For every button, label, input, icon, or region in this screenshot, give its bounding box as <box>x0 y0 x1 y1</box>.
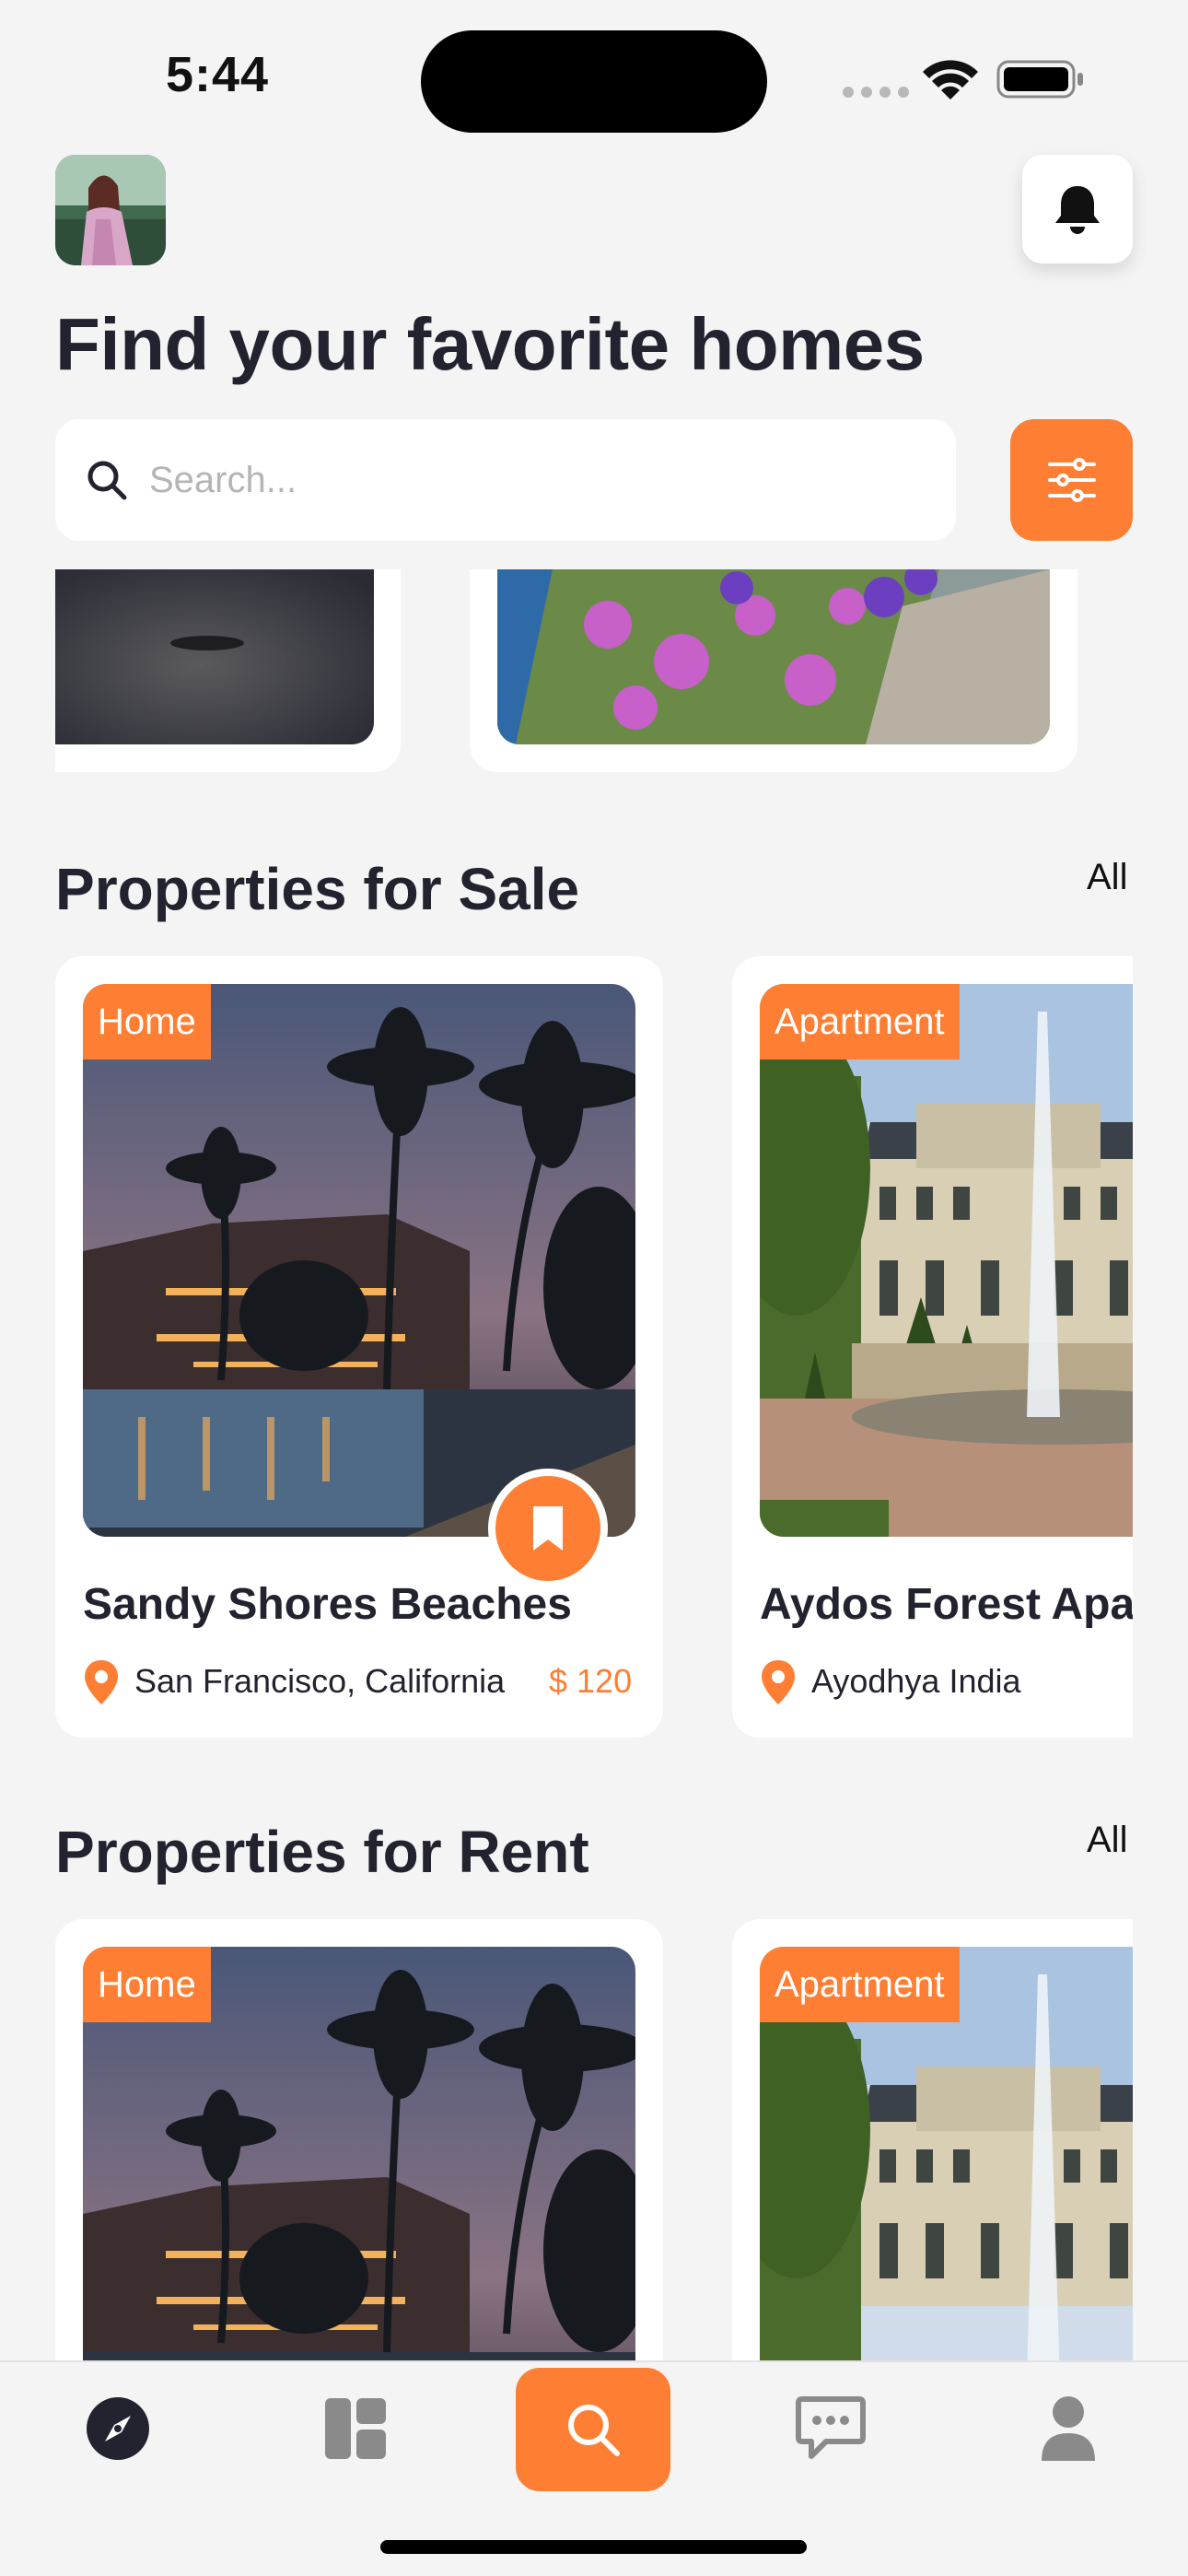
property-card[interactable]: Apartment Aydos Forest Apartment Ayodhya… <box>732 956 1133 1738</box>
dashboard-icon <box>325 2398 386 2459</box>
property-image: Home <box>83 984 635 1537</box>
rent-section-title: Properties for Rent <box>55 1819 589 1885</box>
rent-see-all-link[interactable]: All <box>1087 1820 1127 1861</box>
property-price: $ 120 <box>549 1662 633 1700</box>
property-card[interactable]: Home Sandy Shores Beaches San Francisco,… <box>55 956 663 1738</box>
compass-icon <box>87 2397 149 2460</box>
search-icon <box>568 2405 620 2456</box>
property-name: Aydos Forest Apartment <box>760 1580 1133 1629</box>
bookmark-button[interactable] <box>488 1469 608 1588</box>
location-pin-icon <box>762 1660 795 1704</box>
property-type-tag: Apartment <box>760 1947 960 2022</box>
property-type-tag: Apartment <box>760 984 960 1060</box>
property-name: Sandy Shores Beaches <box>83 1580 572 1629</box>
home-indicator <box>380 2540 807 2554</box>
property-image: Apartment <box>760 984 1133 1537</box>
user-icon <box>1042 2396 1095 2461</box>
nav-messages[interactable] <box>775 2392 886 2465</box>
property-type-tag: Home <box>83 1947 211 2022</box>
location-pin-icon <box>85 1660 118 1704</box>
nav-dashboard[interactable] <box>300 2392 411 2465</box>
nav-search[interactable] <box>516 2368 670 2491</box>
property-location: San Francisco, California <box>134 1662 506 1700</box>
bookmark-icon <box>533 1506 563 1551</box>
nav-profile[interactable] <box>1013 2392 1124 2465</box>
chat-icon <box>796 2396 866 2459</box>
property-location: Ayodhya India <box>811 1662 1021 1700</box>
sale-carousel[interactable]: Home Sandy Shores Beaches San Francisco,… <box>0 0 1133 2576</box>
nav-explore[interactable] <box>63 2392 173 2465</box>
property-type-tag: Home <box>83 984 211 1060</box>
